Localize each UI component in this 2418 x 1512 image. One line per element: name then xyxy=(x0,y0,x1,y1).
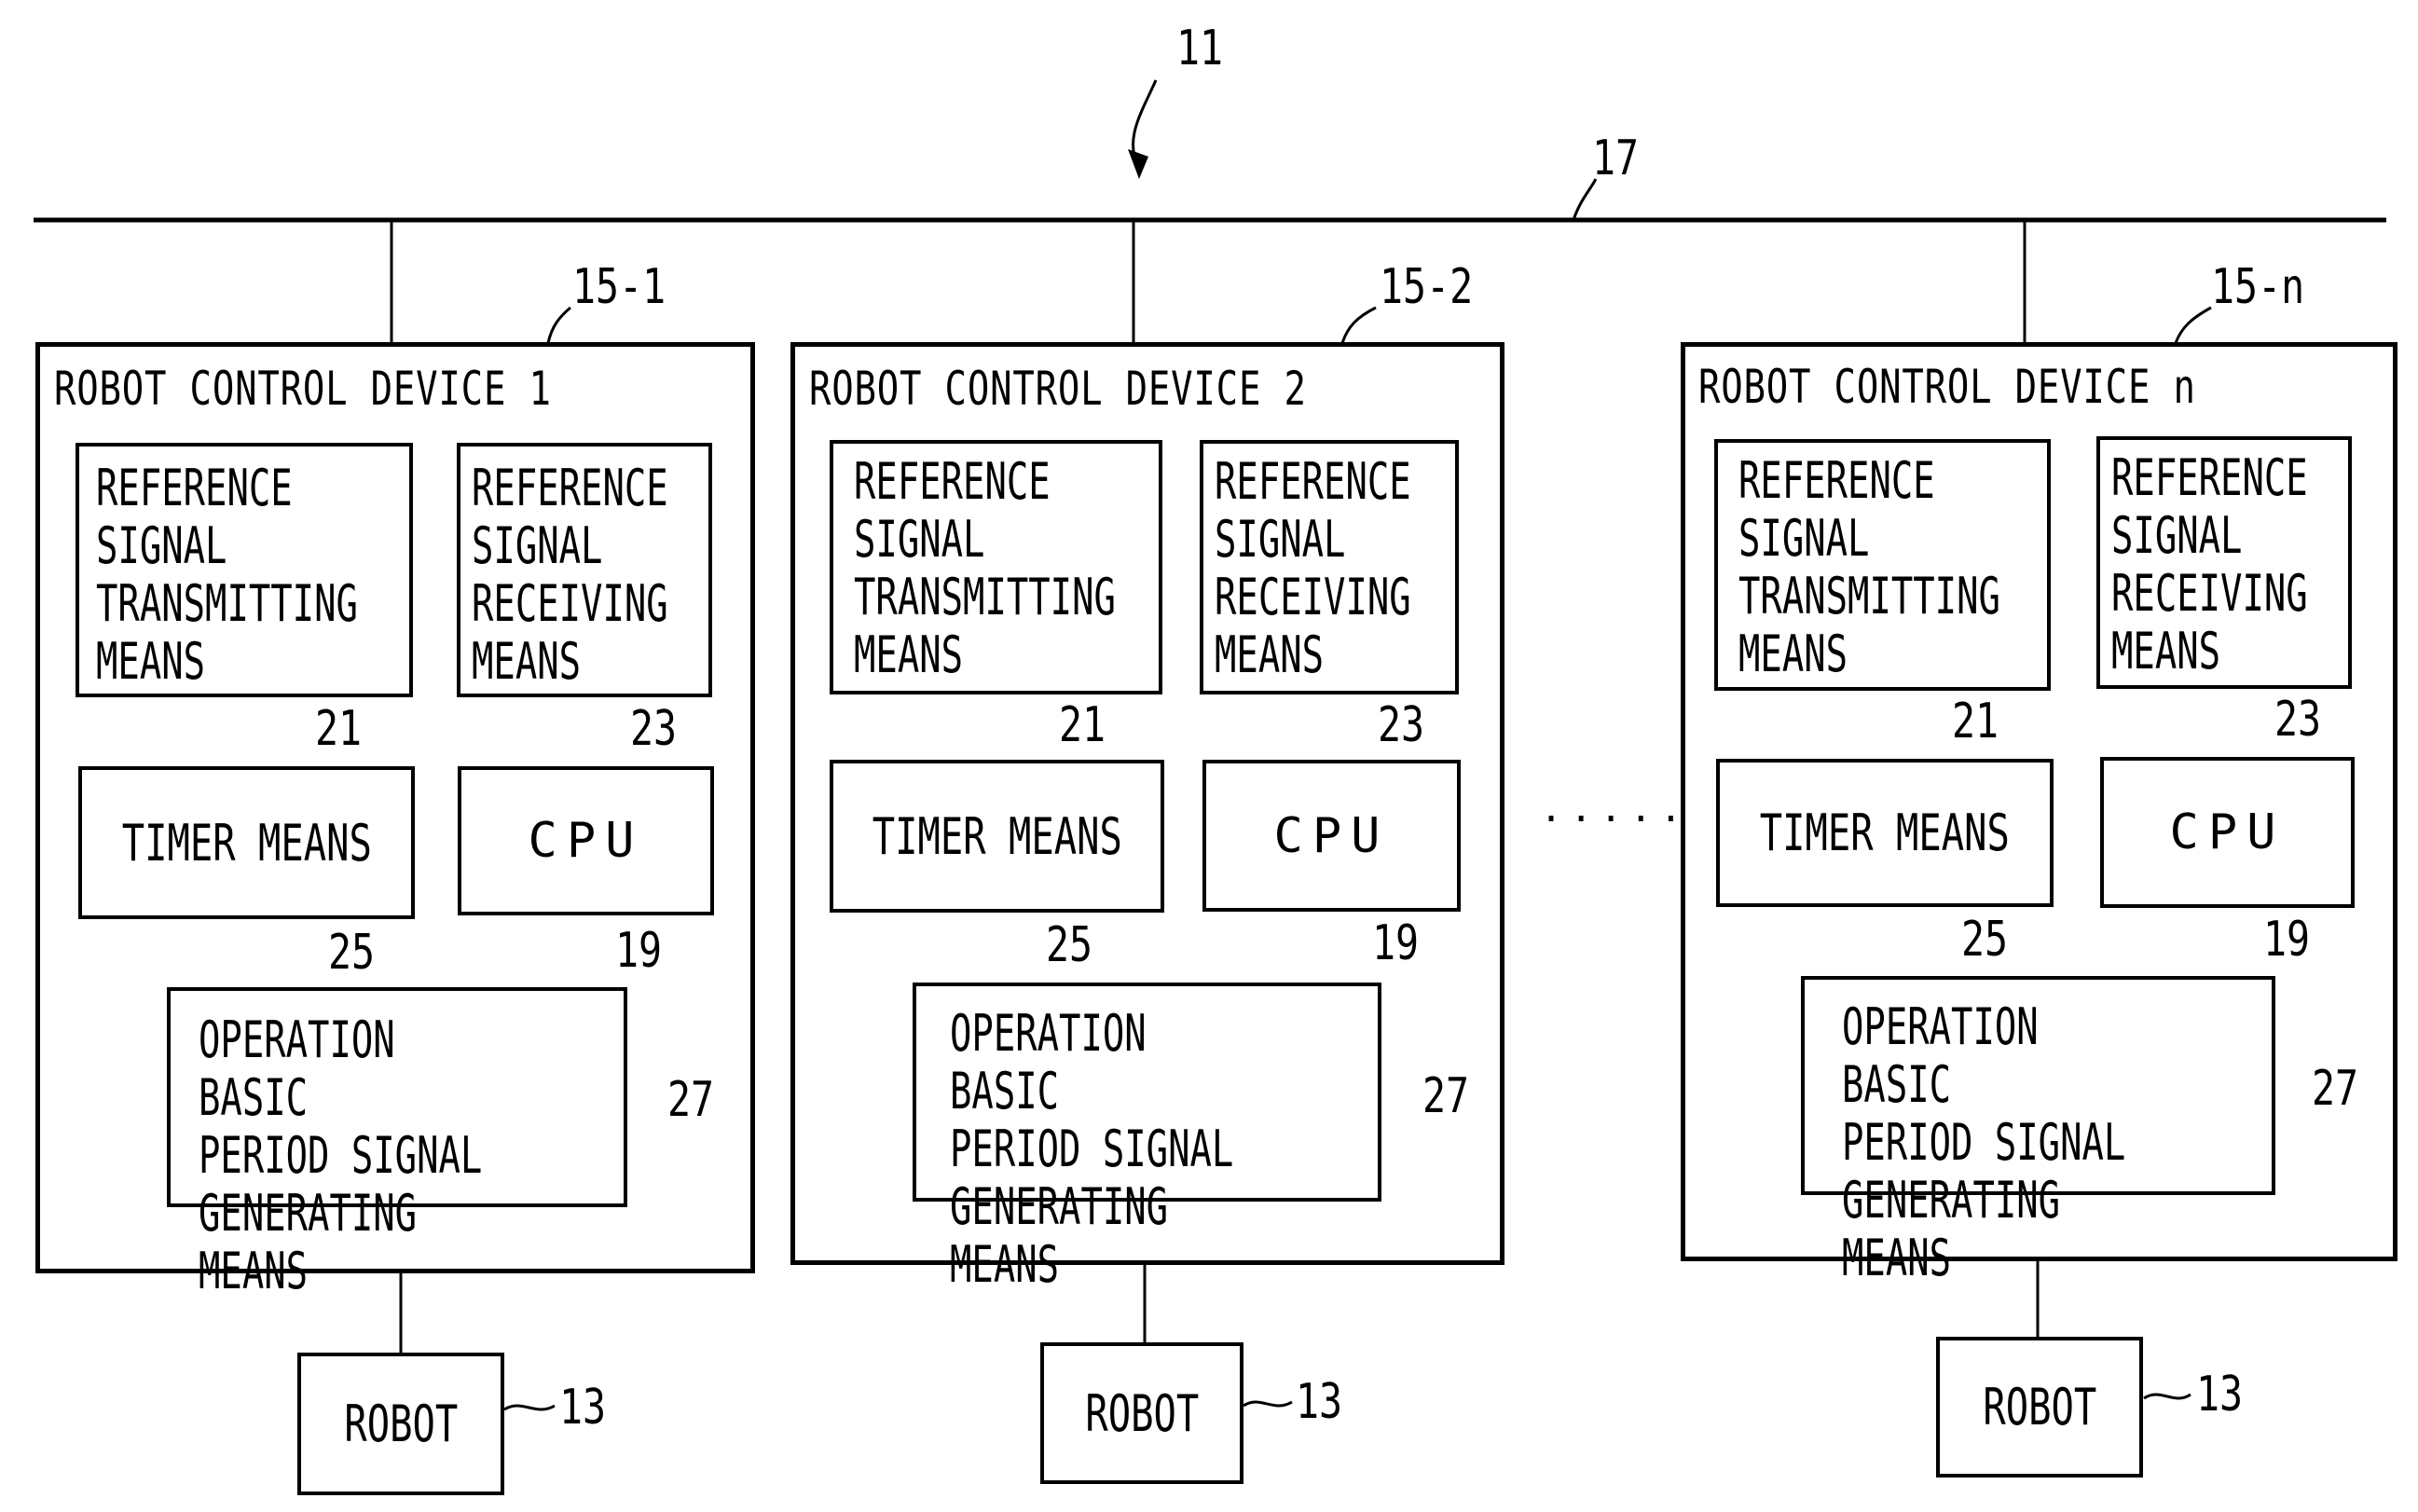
robot-ref: 13 xyxy=(2196,1367,2244,1423)
operation-ref: 27 xyxy=(2312,1061,2359,1117)
robot-label: ROBOT xyxy=(1983,1378,2096,1436)
timer-means-label: TIMER MEANS xyxy=(121,813,372,873)
device-ref-label: 15-n xyxy=(2211,259,2305,315)
cpu-block: CPU xyxy=(458,766,714,915)
timer-means-label: TIMER MEANS xyxy=(872,806,1122,866)
timer-means-block: TIMER MEANS xyxy=(1716,759,2054,907)
robot-ref: 13 xyxy=(1296,1374,1343,1430)
transmitting-means-label: REFERENCE SIGNAL TRANSMITTING MEANS xyxy=(854,452,1116,684)
operation-signal-label: OPERATION BASIC PERIOD SIGNAL GENERATING… xyxy=(950,1004,1234,1294)
leader-15-n xyxy=(2174,306,2212,344)
cpu-ref: 19 xyxy=(1372,915,1420,971)
robot-ref: 13 xyxy=(559,1380,607,1436)
receiving-means-label: REFERENCE SIGNAL RECEIVING MEANS xyxy=(2111,448,2308,680)
timer-ref: 25 xyxy=(328,925,376,981)
transmitting-means-label: REFERENCE SIGNAL TRANSMITTING MEANS xyxy=(96,459,358,691)
leader-13-d1 xyxy=(503,1404,556,1411)
cpu-block: CPU xyxy=(2100,757,2355,908)
receiving-means-block: REFERENCE SIGNAL RECEIVING MEANS xyxy=(457,443,712,697)
operation-ref: 27 xyxy=(1422,1068,1470,1124)
transmitting-means-block: REFERENCE SIGNAL TRANSMITTING MEANS xyxy=(1714,439,2051,691)
timer-means-block: TIMER MEANS xyxy=(830,760,1164,913)
transmitting-means-block: REFERENCE SIGNAL TRANSMITTING MEANS xyxy=(76,443,413,697)
receiving-ref: 23 xyxy=(630,701,678,757)
device-title: ROBOT CONTROL DEVICE 1 xyxy=(54,362,552,416)
transmitting-ref: 21 xyxy=(315,701,363,757)
transmitting-means-block: REFERENCE SIGNAL TRANSMITTING MEANS xyxy=(830,440,1162,694)
leader-13-d2 xyxy=(1243,1400,1293,1408)
timer-means-label: TIMER MEANS xyxy=(1759,804,2011,862)
system-ref-label: 11 xyxy=(1176,21,1224,76)
device-ref-label: 15-1 xyxy=(572,259,666,315)
leader-15-1 xyxy=(546,306,571,344)
transmitting-ref: 21 xyxy=(1952,694,1999,749)
leader-15-2 xyxy=(1340,306,1377,344)
operation-signal-label: OPERATION BASIC PERIOD SIGNAL GENERATING… xyxy=(1842,997,2126,1287)
timer-means-block: TIMER MEANS xyxy=(78,766,415,919)
operation-signal-block: OPERATION BASIC PERIOD SIGNAL GENERATING… xyxy=(167,987,627,1300)
operation-signal-block: OPERATION BASIC PERIOD SIGNAL GENERATING… xyxy=(1801,976,2275,1287)
robot-label: ROBOT xyxy=(344,1395,458,1453)
timer-ref: 25 xyxy=(1046,917,1093,973)
timer-ref: 25 xyxy=(1961,912,2009,968)
receiving-means-label: REFERENCE SIGNAL RECEIVING MEANS xyxy=(1215,452,1411,684)
robot-block: ROBOT xyxy=(1936,1337,2143,1478)
device-ref-label: 15-2 xyxy=(1380,259,1474,315)
cpu-ref: 19 xyxy=(2263,912,2311,968)
cpu-block: CPU xyxy=(1202,760,1461,912)
leader-13-dn xyxy=(2143,1393,2191,1400)
cpu-label: CPU xyxy=(1273,807,1390,864)
receiving-means-block: REFERENCE SIGNAL RECEIVING MEANS xyxy=(1200,440,1459,694)
receiving-ref: 23 xyxy=(1378,697,1425,753)
receiving-means-label: REFERENCE SIGNAL RECEIVING MEANS xyxy=(472,459,668,691)
receiving-means-block: REFERENCE SIGNAL RECEIVING MEANS xyxy=(2096,436,2352,689)
ellipsis: ····· xyxy=(1540,798,1690,841)
cpu-ref: 19 xyxy=(615,923,663,979)
cpu-label: CPU xyxy=(528,813,644,869)
device-title: ROBOT CONTROL DEVICE n xyxy=(1698,360,2196,414)
operation-signal-block: OPERATION BASIC PERIOD SIGNAL GENERATING… xyxy=(913,983,1381,1294)
bus-ref-label: 17 xyxy=(1592,131,1640,186)
device-title: ROBOT CONTROL DEVICE 2 xyxy=(809,362,1307,416)
cpu-label: CPU xyxy=(2169,804,2286,860)
operation-signal-label: OPERATION BASIC PERIOD SIGNAL GENERATING… xyxy=(199,1010,483,1300)
transmitting-means-label: REFERENCE SIGNAL TRANSMITTING MEANS xyxy=(1738,451,2000,683)
arrow-head xyxy=(1128,149,1148,179)
transmitting-ref: 21 xyxy=(1059,697,1106,753)
robot-block: ROBOT xyxy=(1040,1342,1243,1484)
receiving-ref: 23 xyxy=(2274,692,2322,748)
robot-block: ROBOT xyxy=(297,1353,504,1495)
robot-label: ROBOT xyxy=(1085,1383,1199,1443)
operation-ref: 27 xyxy=(667,1072,715,1128)
